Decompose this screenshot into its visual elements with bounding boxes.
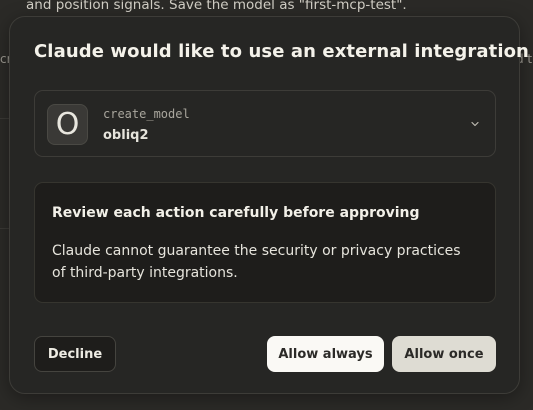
background-message: and position signals. Save the model as … xyxy=(26,0,407,13)
allow-once-button[interactable]: Allow once xyxy=(392,336,496,372)
tool-details-card[interactable]: O create_model obliq2 xyxy=(34,90,496,157)
tool-name: create_model xyxy=(103,107,190,121)
integration-avatar-letter: O xyxy=(55,106,80,142)
security-warning-card: Review each action carefully before appr… xyxy=(34,182,496,303)
dialog-title: Claude would like to use an external int… xyxy=(34,41,529,62)
warning-title: Review each action carefully before appr… xyxy=(52,205,420,221)
integration-avatar: O xyxy=(47,104,88,145)
integration-permission-dialog: Claude would like to use an external int… xyxy=(9,16,529,394)
decline-button[interactable]: Decline xyxy=(34,336,116,372)
allow-always-button[interactable]: Allow always xyxy=(267,336,384,372)
warning-body: Claude cannot guarantee the security or … xyxy=(52,243,461,281)
server-name: obliq2 xyxy=(103,128,149,143)
chevron-down-icon[interactable] xyxy=(469,118,481,130)
